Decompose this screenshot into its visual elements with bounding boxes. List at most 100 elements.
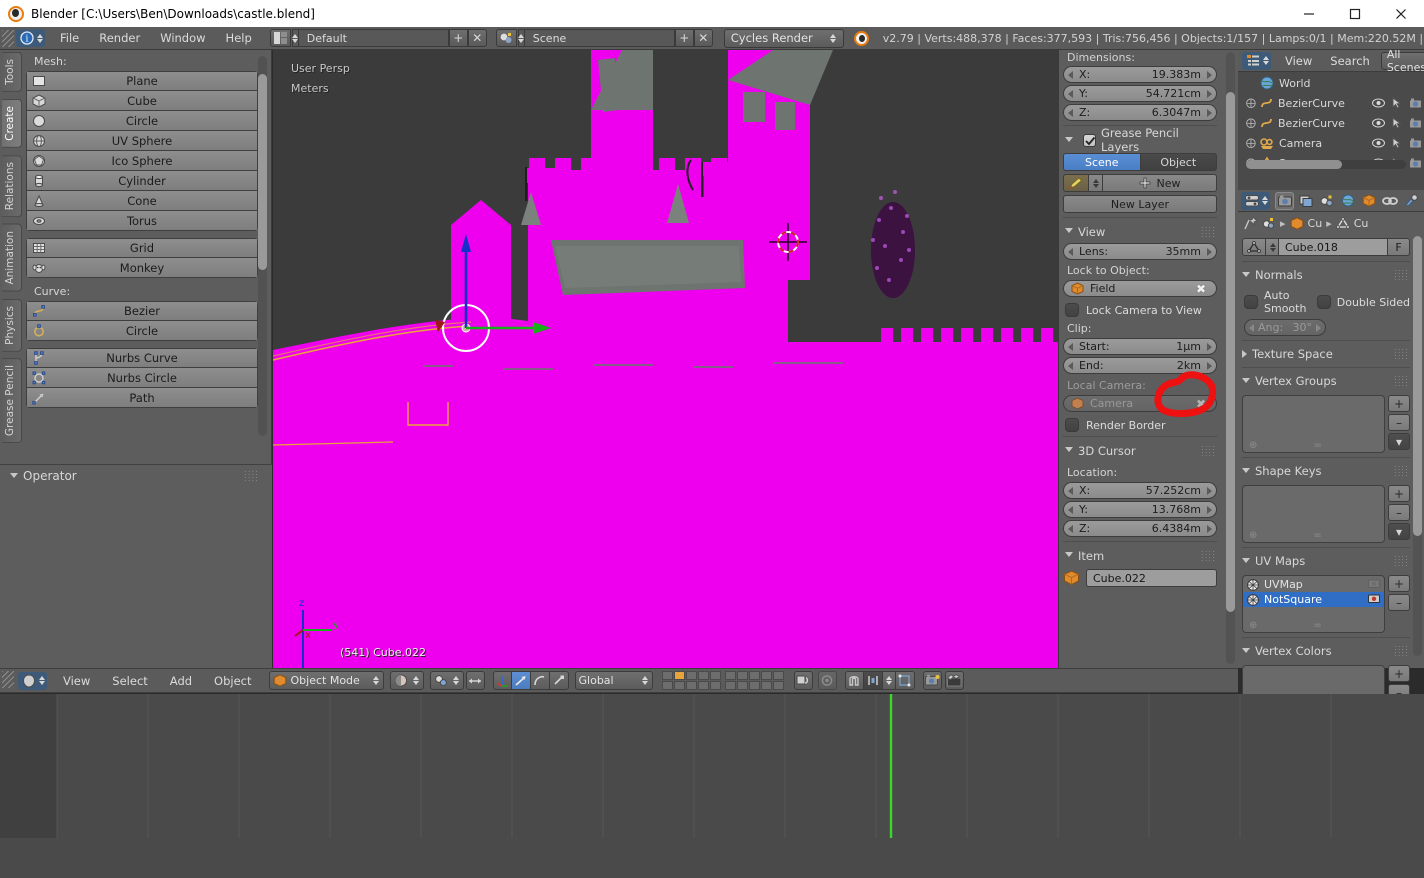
panel-drag-grip[interactable]: :::: :::: <box>1201 443 1217 457</box>
clip-start-field[interactable]: Start: 1µm <box>1063 338 1217 355</box>
panel-drag-grip[interactable]: :::: :::: <box>1201 548 1217 562</box>
cursor-y-field[interactable]: Y: 13.768m <box>1063 501 1217 518</box>
pivot-spinner[interactable] <box>453 676 460 685</box>
panel-drag-grip[interactable]: :::: :::: <box>244 469 260 483</box>
add-torus-button[interactable]: Torus <box>26 211 258 231</box>
snap-magnet-icon[interactable] <box>844 671 864 690</box>
vertex-groups-panel-header[interactable]: Vertex Groups :::: :::: <box>1242 372 1410 390</box>
add-cube-button[interactable]: Cube <box>26 91 258 111</box>
rotate-manipulator-icon[interactable] <box>530 671 550 690</box>
remove-uv-map-button[interactable]: – <box>1388 594 1410 611</box>
editor-type-selector[interactable]: i <box>16 29 45 47</box>
outliner-editor-spinner[interactable] <box>1262 56 1269 65</box>
tab-animation[interactable]: Animation <box>2 224 22 292</box>
grease-pencil-panel-header[interactable]: Grease Pencil Layers <box>1063 126 1217 154</box>
timeline-canvas[interactable] <box>0 694 1424 838</box>
grease-pencil-collapse-icon[interactable] <box>1065 136 1073 142</box>
render-opengl-icon[interactable] <box>922 671 942 690</box>
cursor-panel-header[interactable]: 3D Cursor :::: :::: <box>1063 441 1217 460</box>
add-curve-circle-button[interactable]: Circle <box>26 321 258 341</box>
new-layer-button[interactable]: New Layer <box>1063 195 1217 213</box>
clear-local-camera-icon[interactable]: ✖ <box>1196 397 1206 411</box>
shading-spinner[interactable] <box>413 676 420 685</box>
scene-spinner[interactable] <box>517 29 525 47</box>
render-engine-selector[interactable]: Cycles Render <box>723 28 844 48</box>
lock-scene-to-object-button[interactable] <box>793 671 813 690</box>
scene-selector[interactable]: Scene + ✕ <box>495 29 713 47</box>
add-screen-layout-button[interactable]: + <box>448 29 468 47</box>
cursor-z-field[interactable]: Z: 6.4384m <box>1063 520 1217 537</box>
pivot-point-selector[interactable] <box>429 671 464 690</box>
render-layers-tab-icon[interactable] <box>1296 192 1315 210</box>
uv-map-row-notsquare[interactable]: NotSquare <box>1243 592 1384 607</box>
breadcrumb-object[interactable]: Cu <box>1308 217 1323 230</box>
screen-layout-name[interactable]: Default <box>298 29 449 47</box>
vertex-group-specials-button[interactable]: ▾ <box>1388 433 1410 450</box>
add-uv-sphere-button[interactable]: UV Sphere <box>26 131 258 151</box>
scene-layers-widget[interactable] <box>661 671 784 690</box>
view3d-editor-spinner[interactable] <box>38 676 45 685</box>
orientation-spinner[interactable] <box>642 676 649 685</box>
mesh-data-icon[interactable] <box>1335 216 1350 230</box>
grease-pencil-checkbox[interactable] <box>1083 133 1096 147</box>
list-add-icon[interactable]: ⊕ <box>1249 440 1257 451</box>
normals-collapse-icon[interactable] <box>1242 271 1250 277</box>
add-circle-button[interactable]: Circle <box>26 111 258 131</box>
breadcrumb-data[interactable]: Cu <box>1354 217 1369 230</box>
list-add-icon[interactable]: ⊕ <box>1249 620 1257 631</box>
expand-toggle-icon[interactable]: ⨁ <box>1246 138 1256 149</box>
snap-target-icon[interactable] <box>863 671 883 690</box>
outliner-row-icons[interactable] <box>1372 137 1422 149</box>
panel-drag-grip[interactable]: :::: :::: <box>1201 224 1217 238</box>
auto-smooth-angle-field[interactable]: Ang: 30° <box>1244 319 1326 336</box>
mode-spinner[interactable] <box>373 676 380 685</box>
clear-lock-object-icon[interactable]: ✖ <box>1196 282 1206 296</box>
tab-tools[interactable]: Tools <box>2 52 22 92</box>
render-engine-spinner[interactable] <box>830 33 837 43</box>
item-panel-header[interactable]: Item :::: :::: <box>1063 546 1217 565</box>
view-panel-header[interactable]: View :::: :::: <box>1063 222 1217 241</box>
render-border-row[interactable]: Render Border <box>1065 418 1217 432</box>
dimension-z-field[interactable]: Z: 6.3047m <box>1063 104 1217 121</box>
object-tab-icon[interactable] <box>1359 192 1378 210</box>
window-maximize-button[interactable] <box>1332 0 1378 27</box>
transform-orientation-selector[interactable]: Global <box>574 671 653 690</box>
properties-editor-spinner[interactable] <box>1261 196 1268 205</box>
add-monkey-button[interactable]: Monkey <box>26 258 258 278</box>
scene-name[interactable]: Scene <box>524 29 675 47</box>
cursor-collapse-icon[interactable] <box>1065 447 1073 452</box>
window-minimize-button[interactable] <box>1286 0 1332 27</box>
outliner-row-beziercurve-2[interactable]: ⨁ BezierCurve <box>1238 113 1424 133</box>
uv-map-active-render-icon[interactable] <box>1368 578 1380 591</box>
menu-help[interactable]: Help <box>216 27 262 50</box>
add-scene-button[interactable]: + <box>674 29 694 47</box>
pin-icon[interactable] <box>1244 216 1258 230</box>
modifiers-tab-icon[interactable] <box>1401 192 1420 210</box>
menu-file[interactable]: File <box>50 27 89 50</box>
vertex-colors-panel-header[interactable]: Vertex Colors :::: :::: <box>1242 642 1410 660</box>
texture-space-panel-header[interactable]: Texture Space :::: :::: <box>1242 345 1410 363</box>
lock-camera-row[interactable]: Lock Camera to View <box>1065 303 1217 317</box>
manipulate-center-points-button[interactable] <box>465 671 485 690</box>
constraints-tab-icon[interactable] <box>1380 192 1399 210</box>
mesh-datablock-name[interactable]: Cube.018 <box>1279 238 1388 256</box>
outliner-row-beziercurve-1[interactable]: ⨁ BezierCurve <box>1238 93 1424 113</box>
tool-shelf-scrollbar[interactable] <box>258 56 267 436</box>
item-object-name[interactable]: Cube.022 <box>1086 569 1217 587</box>
outliner-row-camera[interactable]: ⨁ Camera <box>1238 133 1424 153</box>
panel-drag-grip[interactable]: :::: :::: <box>1394 374 1410 388</box>
fake-user-button[interactable]: F <box>1388 238 1410 256</box>
lock-camera-checkbox[interactable] <box>1065 303 1079 317</box>
shape-key-specials-button[interactable]: ▾ <box>1388 523 1410 540</box>
delete-scene-button[interactable]: ✕ <box>693 29 713 47</box>
uv-map-row-uvmap[interactable]: UVMap <box>1243 577 1384 592</box>
editor-type-spinner[interactable] <box>36 33 43 43</box>
npanel-scrollbar[interactable] <box>1226 52 1235 664</box>
outliner-display-mode[interactable]: All Scenes <box>1380 48 1424 74</box>
add-shape-key-button[interactable]: + <box>1388 485 1410 502</box>
panel-drag-grip[interactable]: :::: :::: <box>1394 268 1410 282</box>
scene-icon[interactable] <box>1262 217 1276 230</box>
outliner-row-icons[interactable] <box>1372 117 1422 129</box>
uv-map-active-render-icon[interactable] <box>1368 593 1380 606</box>
list-grip-icon[interactable]: = <box>1314 440 1322 451</box>
